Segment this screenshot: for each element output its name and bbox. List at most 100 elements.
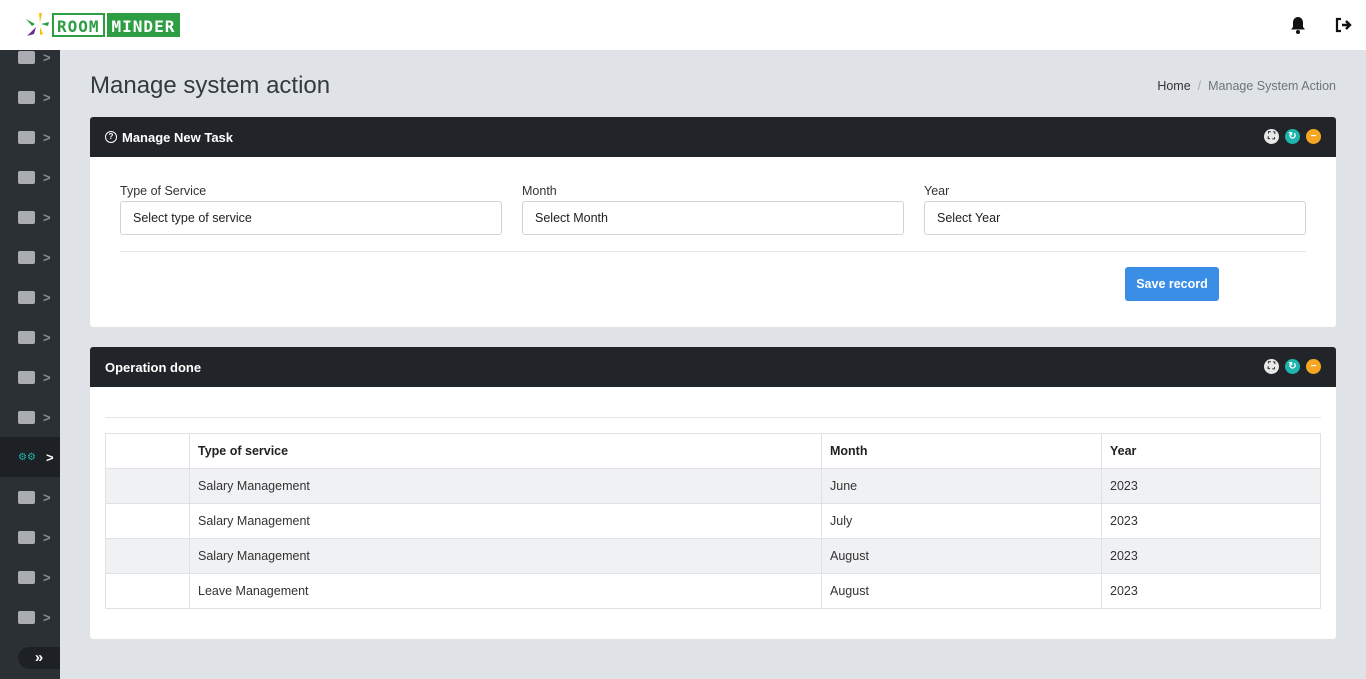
- chevron-right-icon: >: [43, 49, 51, 65]
- panel-header: Operation done ⛶ ↻ −: [90, 347, 1336, 387]
- table-cell: August: [821, 573, 1102, 609]
- chevron-right-icon: >: [43, 609, 51, 625]
- sidebar-item-10[interactable]: ⚙⚙ >: [0, 437, 60, 477]
- expand-icon[interactable]: ⛶: [1264, 359, 1279, 374]
- chevron-right-icon: >: [43, 409, 51, 425]
- breadcrumb-home[interactable]: Home: [1157, 79, 1190, 93]
- chevron-right-icon: >: [43, 169, 51, 185]
- sidebar-item-4[interactable]: >: [0, 197, 60, 237]
- panel-title: Operation done: [105, 359, 202, 375]
- table-cell: 2023: [1101, 573, 1321, 609]
- user-icon: [18, 210, 35, 224]
- table-row[interactable]: Salary Management June 2023: [105, 468, 1321, 504]
- type-of-service-field: Type of Service Select type of service: [120, 184, 502, 235]
- chevron-right-icon: >: [43, 209, 51, 225]
- chevron-right-icon: >: [43, 369, 51, 385]
- logo-text-room: ROOM: [52, 13, 105, 37]
- year-select[interactable]: Select Year: [924, 201, 1306, 235]
- month-select[interactable]: Select Month: [522, 201, 904, 235]
- field-label: Month: [522, 184, 557, 198]
- chevron-right-icon: >: [43, 329, 51, 345]
- chevron-right-icon: >: [43, 89, 51, 105]
- flag-checkered-icon: [18, 530, 35, 544]
- sidebar-item-6[interactable]: >: [0, 277, 60, 317]
- sidebar-item-8[interactable]: >: [0, 357, 60, 397]
- table-cell: Salary Management: [189, 503, 822, 539]
- year-field: Year Select Year: [924, 184, 1306, 235]
- column-header-type[interactable]: Type of service: [189, 433, 822, 469]
- sidebar-item-9[interactable]: >: [0, 397, 60, 437]
- medal-icon: [18, 330, 35, 344]
- id-badge-icon: [18, 610, 35, 624]
- table-cell: August: [821, 538, 1102, 574]
- bed-icon: [18, 50, 35, 64]
- sidebar-item-12[interactable]: >: [0, 517, 60, 557]
- table-cell: Salary Management: [189, 538, 822, 574]
- sidebar-item-13[interactable]: >: [0, 557, 60, 597]
- manage-task-panel: ? Manage New Task ⛶ ↻ − Type of Service Sel…: [90, 117, 1336, 327]
- column-header-month[interactable]: Month: [821, 433, 1102, 469]
- table-cell: July: [821, 503, 1102, 539]
- table-header-row: Type of service Month Year: [105, 433, 1321, 469]
- field-label: Type of Service: [120, 184, 207, 198]
- collapse-icon[interactable]: −: [1306, 129, 1321, 144]
- warehouse-icon: [18, 410, 35, 424]
- images-icon: [18, 570, 35, 584]
- refresh-icon[interactable]: ↻: [1285, 359, 1300, 374]
- table-cell: 2023: [1101, 468, 1321, 504]
- sidebar-item-0[interactable]: >: [0, 37, 60, 77]
- month-field: Month Select Month: [522, 184, 904, 235]
- bell-icon[interactable]: [1288, 15, 1308, 35]
- table-cell: Leave Management: [189, 573, 822, 609]
- table-cell: 2023: [1101, 503, 1321, 539]
- table-cell: [105, 503, 190, 539]
- binoculars-icon: [18, 370, 35, 384]
- chevron-right-icon: >: [46, 449, 54, 465]
- chevron-right-icon: >: [43, 529, 51, 545]
- flag-checkered-icon: [18, 170, 35, 184]
- chevron-right-icon: >: [43, 489, 51, 505]
- chevron-right-icon: >: [43, 249, 51, 265]
- operation-done-panel: Operation done ⛶ ↻ − Type of service Month…: [90, 347, 1336, 639]
- type-of-service-select[interactable]: Select type of service: [120, 201, 502, 235]
- refresh-icon[interactable]: ↻: [1285, 129, 1300, 144]
- handshake-icon: [18, 490, 35, 504]
- table-cell: [105, 468, 190, 504]
- sidebar-item-2[interactable]: >: [0, 117, 60, 157]
- collapse-icon[interactable]: −: [1306, 359, 1321, 374]
- table-cell: Salary Management: [189, 468, 822, 504]
- chevron-right-icon: >: [43, 289, 51, 305]
- cogs-icon: ⚙⚙: [18, 451, 36, 463]
- breadcrumb: Home / Manage System Action: [1157, 79, 1336, 93]
- table-row[interactable]: Salary Management August 2023: [105, 538, 1321, 574]
- divider: [120, 251, 1306, 252]
- table-row[interactable]: Salary Management July 2023: [105, 503, 1321, 539]
- sidebar-item-11[interactable]: >: [0, 477, 60, 517]
- top-bar: ROOM MINDER: [0, 0, 1366, 50]
- panel-title: Manage New Task: [122, 129, 234, 145]
- sidebar-item-5[interactable]: >: [0, 237, 60, 277]
- divider: [105, 417, 1321, 418]
- sidebar-item-7[interactable]: >: [0, 317, 60, 357]
- money-icon: [18, 90, 35, 104]
- table-cell: [105, 538, 190, 574]
- sidebar-item-14[interactable]: >: [0, 597, 60, 637]
- sidebar-item-1[interactable]: >: [0, 77, 60, 117]
- table-cell: June: [821, 468, 1102, 504]
- operations-table: Type of service Month Year Salary Manage…: [105, 433, 1321, 609]
- table-cell: 2023: [1101, 538, 1321, 574]
- hamburger-icon: [18, 130, 35, 144]
- logo-star-icon: [26, 13, 49, 36]
- column-header-year[interactable]: Year: [1101, 433, 1321, 469]
- save-record-button[interactable]: Save record: [1125, 267, 1219, 301]
- sidebar-collapse-toggle[interactable]: »: [18, 647, 60, 669]
- chevron-right-icon: >: [43, 569, 51, 585]
- page-title: Manage system action: [90, 72, 331, 99]
- expand-icon[interactable]: ⛶: [1264, 129, 1279, 144]
- table-row[interactable]: Leave Management August 2023: [105, 573, 1321, 609]
- sidebar: > > > > > > > > > > ⚙⚙ > > > > >: [0, 50, 60, 679]
- logo-text-minder: MINDER: [106, 13, 181, 37]
- sign-out-icon[interactable]: [1333, 15, 1353, 35]
- roomminder-logo[interactable]: ROOM MINDER: [24, 12, 181, 38]
- sidebar-item-3[interactable]: >: [0, 157, 60, 197]
